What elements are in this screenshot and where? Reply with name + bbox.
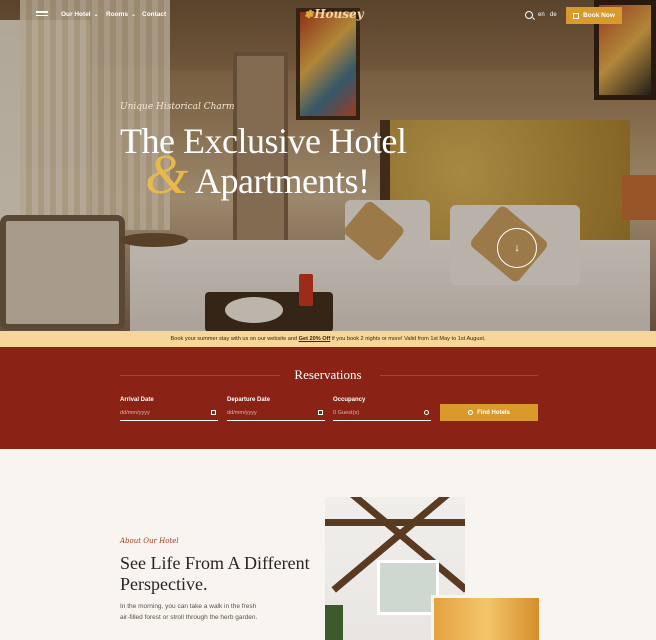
promo-text: Book your summer stay with us on our web…	[170, 336, 298, 342]
calendar-icon	[573, 12, 580, 19]
about-title: See Life From A Different Perspective.	[120, 553, 310, 594]
logo-mark-icon: ✽	[304, 8, 314, 21]
calendar-icon	[318, 410, 323, 415]
arrow-down-icon: ↓	[514, 242, 520, 254]
lang-de[interactable]: de	[550, 12, 557, 18]
nav-item-rooms[interactable]: Rooms ⌄	[106, 11, 136, 18]
find-hotels-label: Find Hotels	[477, 409, 510, 416]
top-navigation: Our Hotel ⌄ Rooms ⌄ Contact ✽Housey en de …	[0, 0, 656, 30]
chevron-down-icon: ⌄	[131, 12, 137, 18]
about-text: In the morning, you can take a walk in t…	[120, 603, 258, 621]
promo-bar: Book your summer stay with us on our web…	[0, 331, 656, 347]
menu-icon[interactable]	[36, 11, 48, 18]
calendar-icon	[211, 410, 216, 415]
occupancy-placeholder: 0 Guest(s)	[333, 410, 360, 416]
beam	[325, 519, 465, 526]
search-icon	[468, 410, 474, 415]
lang-en[interactable]: en	[538, 12, 545, 18]
reservations-section: Reservations Arrival Date dd/mm/yyyy Dep…	[0, 347, 656, 449]
find-hotels-button[interactable]: Find Hotels	[440, 404, 538, 421]
about-eyebrow: About Our Hotel	[120, 537, 179, 545]
arrival-date-input[interactable]: dd/mm/yyyy	[120, 406, 218, 421]
occupancy-label: Occupancy	[333, 397, 366, 403]
departure-placeholder: dd/mm/yyyy	[227, 410, 257, 416]
plant	[325, 605, 343, 640]
chevron-down-icon: ⌄	[93, 12, 99, 18]
nav-item-label: Rooms	[106, 11, 129, 18]
divider	[380, 375, 538, 376]
hero-ampersand: &	[145, 144, 189, 206]
attic-window	[377, 560, 439, 615]
promo-highlight[interactable]: Get 20% Off	[299, 336, 331, 342]
search-icon[interactable]	[525, 11, 533, 19]
promo-text: if you book 2 nights or more! Valid from…	[331, 336, 486, 342]
book-now-label: Book Now	[583, 12, 615, 19]
arrival-label: Arrival Date	[120, 397, 154, 403]
departure-date-input[interactable]: dd/mm/yyyy	[227, 406, 325, 421]
nav-item-contact[interactable]: Contact	[142, 11, 166, 18]
nav-item-our-hotel[interactable]: Our Hotel ⌄	[61, 11, 99, 18]
book-now-button[interactable]: Book Now	[566, 7, 622, 24]
hero-eyebrow: Unique Historical Charm	[120, 102, 235, 112]
arrival-placeholder: dd/mm/yyyy	[120, 410, 150, 416]
scroll-down-button[interactable]: ↓	[497, 228, 537, 268]
about-section: About Our Hotel See Life From A Differen…	[0, 449, 656, 640]
reservations-title: Reservations	[294, 367, 362, 382]
bedroom-image	[431, 595, 539, 640]
departure-label: Departure Date	[227, 397, 271, 403]
nav-item-label: Our Hotel	[61, 11, 91, 18]
users-icon	[424, 410, 429, 415]
logo[interactable]: ✽Housey	[304, 7, 364, 21]
occupancy-input[interactable]: 0 Guest(s)	[333, 406, 431, 421]
hero-title-line2: Apartments!	[195, 161, 370, 201]
nav-item-label: Contact	[142, 11, 167, 18]
logo-text: Housey	[314, 7, 364, 21]
